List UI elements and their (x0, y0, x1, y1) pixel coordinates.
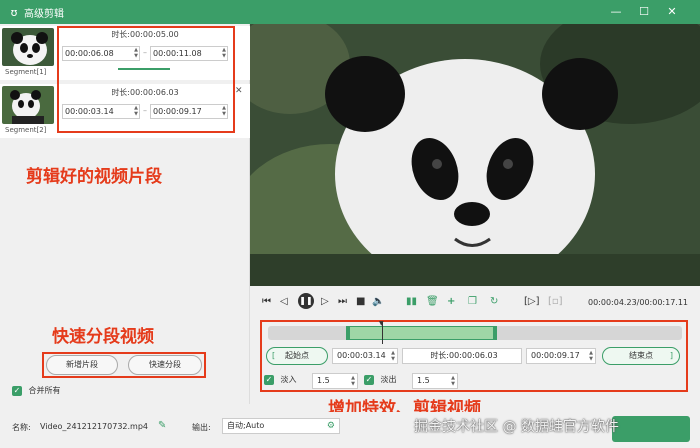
output-label: 输出: (192, 423, 211, 432)
step-forward-icon[interactable]: ▷ (321, 296, 329, 307)
fade-out-value[interactable]: 1.5 ▲ ▼ (412, 373, 458, 389)
checkbox-checked-icon[interactable]: ✓ (12, 385, 22, 396)
reset-icon[interactable]: ↻ (490, 296, 498, 307)
video-preview (250, 24, 700, 286)
segment-start-field[interactable]: 00:00:06.08 ▲ ▼ (62, 46, 140, 61)
spinner-icon[interactable]: ▲ ▼ (134, 47, 138, 59)
app-logo-icon: ʊ (10, 5, 18, 19)
fade-in-label: 淡入 (280, 375, 297, 384)
trim-duration: 时长:00:00:06.03 (402, 348, 522, 364)
output-select[interactable]: 自动;Auto ⚙ (222, 418, 340, 434)
copy-icon[interactable]: ❐ (468, 296, 477, 307)
step-back-icon[interactable]: ◁ (280, 296, 288, 307)
segment-label: Segment[2] (5, 126, 47, 134)
volume-icon[interactable]: 🔈 (372, 296, 384, 307)
skip-start-icon[interactable]: ⏮ (262, 296, 271, 307)
segment-progress (118, 68, 170, 70)
spinner-icon[interactable]: ▲ ▼ (351, 375, 355, 387)
playback-controls: ⏮ ◁ ❚❚ ▷ ⏭ ■ 🔈 ▮▮ 🗑 + ❐ ↻ [▷] [▫] 00:00:… (250, 290, 700, 316)
fade-in-value[interactable]: 1.5 ▲ ▼ (312, 373, 358, 389)
checkbox-checked-icon[interactable]: ✓ (364, 374, 374, 385)
segment-panel: Segment[1] 时长:00:00:05.00 00:00:06.08 ▲ ▼ … (0, 24, 250, 404)
minimize-button[interactable]: — (604, 0, 628, 24)
spinner-icon[interactable]: ▲ ▼ (222, 47, 226, 59)
trim-end-field[interactable]: 00:00:09.17 ▲ ▼ (526, 348, 596, 364)
trim-start-field[interactable]: 00:00:03.14 ▲ ▼ (332, 348, 398, 364)
trim-panel: ▼ [起始点 00:00:03.14 ▲ ▼ 时长:00:00:06.03 00:0… (260, 320, 688, 392)
segment-start-field[interactable]: 00:00:03.14 ▲ ▼ (62, 104, 140, 119)
set-end-button[interactable]: 结束点] (602, 347, 680, 365)
maximize-button[interactable]: ☐ (632, 0, 656, 24)
add-segment-button[interactable]: 新增片段 (46, 355, 118, 375)
playhead-icon: ▼ (379, 320, 384, 327)
set-start-button[interactable]: [起始点 (266, 347, 328, 365)
window-title: 高级剪辑 (24, 8, 64, 20)
segment-thumbnail (2, 86, 54, 124)
playback-time: 00:00:04.23/00:00:17.11 (588, 298, 688, 307)
spinner-icon[interactable]: ▲ ▼ (391, 350, 395, 362)
mark-in-icon[interactable]: [▷] (524, 296, 540, 307)
fade-out-checkbox[interactable]: ✓ 淡出 (364, 374, 397, 385)
range-separator: – (143, 106, 147, 115)
watermark-text: 掘金技术社区 @ 数据蛙官方软件 (414, 419, 619, 435)
mark-out-icon[interactable]: [▫] (548, 296, 563, 307)
bottom-bar: 名称: Video_241212170732.mp4 ✎ 输出: 自动;Auto… (0, 412, 700, 448)
delete-icon[interactable]: 🗑 (426, 296, 439, 307)
end-handle[interactable] (493, 326, 497, 340)
annotation-split: 快速分段视频 (52, 327, 154, 347)
segment-duration: 时长:00:00:05.00 (111, 30, 179, 39)
edit-icon[interactable]: ✎ (158, 420, 166, 431)
file-name: Video_241212170732.mp4 (40, 422, 148, 431)
spinner-icon[interactable]: ▲ ▼ (134, 105, 138, 117)
segment-label: Segment[1] (5, 68, 47, 76)
add-icon[interactable]: + (447, 296, 455, 307)
segment-duration: 时长:00:00:06.03 (111, 88, 179, 97)
stop-icon[interactable]: ■ (356, 296, 365, 307)
segment-end-field[interactable]: 00:00:11.08 ▲ ▼ (150, 46, 228, 61)
export-button[interactable] (612, 416, 690, 442)
spinner-icon[interactable]: ▲ ▼ (222, 105, 226, 117)
segment-item[interactable]: Segment[1] 时长:00:00:05.00 00:00:06.08 ▲ ▼ … (0, 26, 250, 80)
remove-segment-icon[interactable]: ✕ (235, 86, 243, 96)
spinner-icon[interactable]: ▲ ▼ (589, 350, 593, 362)
pause-button[interactable]: ❚❚ (298, 293, 314, 309)
segment-thumbnail (2, 28, 54, 66)
settings-icon[interactable]: ⚙ (327, 419, 335, 433)
checkbox-checked-icon[interactable]: ✓ (264, 374, 274, 385)
close-button[interactable]: ✕ (660, 0, 684, 24)
annotation-clips: 剪辑好的视频片段 (26, 167, 162, 187)
start-handle[interactable] (346, 326, 350, 340)
name-label: 名称: (12, 423, 31, 432)
fade-in-checkbox[interactable]: ✓ 淡入 (264, 374, 297, 385)
skip-end-icon[interactable]: ⏭ (338, 296, 347, 307)
segment-item[interactable]: Segment[2] 时长:00:00:06.03 00:00:03.14 ▲ ▼ … (0, 84, 250, 138)
fade-out-label: 淡出 (380, 375, 397, 384)
range-separator: – (143, 48, 147, 57)
quick-split-button[interactable]: 快速分段 (128, 355, 202, 375)
selection-range[interactable] (348, 326, 496, 340)
segment-end-field[interactable]: 00:00:09.17 ▲ ▼ (150, 104, 228, 119)
merge-all-label: 合并所有 (28, 386, 61, 395)
spinner-icon[interactable]: ▲ ▼ (451, 375, 455, 387)
title-bar: ʊ 高级剪辑 — ☐ ✕ (0, 0, 700, 24)
merge-all-checkbox[interactable]: ✓ 合并所有 (12, 385, 61, 396)
split-icon[interactable]: ▮▮ (406, 296, 417, 307)
